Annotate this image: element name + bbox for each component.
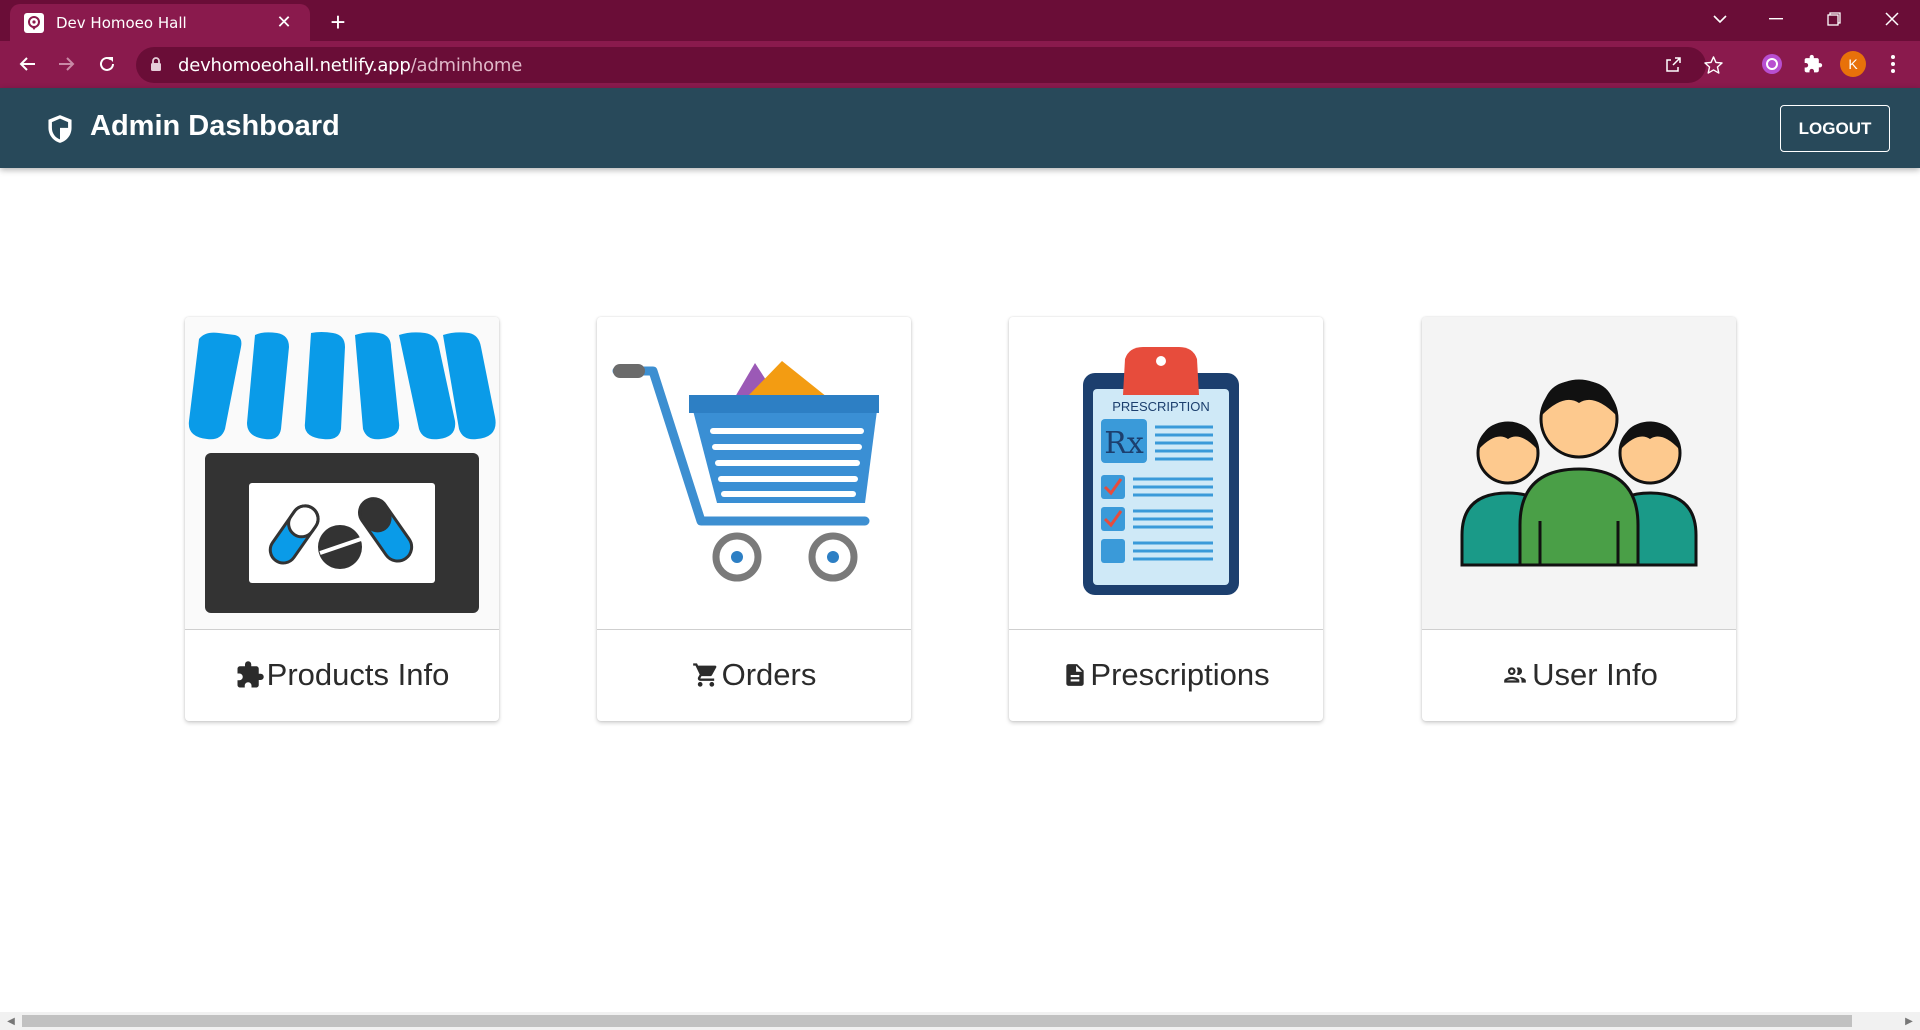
profile-avatar[interactable]: K	[1838, 49, 1868, 79]
page-title: Admin Dashboard	[90, 110, 340, 142]
minimize-icon[interactable]	[1748, 0, 1804, 38]
browser-toolbar: devhomoeohall.netlify.app/adminhome K	[0, 41, 1920, 88]
bookmark-star-icon[interactable]	[1702, 54, 1724, 76]
shield-icon	[48, 115, 72, 143]
reload-icon[interactable]	[91, 48, 123, 80]
extension-icon[interactable]	[1757, 49, 1787, 79]
url-path: /adminhome	[410, 55, 523, 76]
user-group-illustration	[1422, 317, 1736, 629]
products-info-label: Products Info	[185, 630, 499, 720]
profile-initial: K	[1840, 51, 1866, 77]
tab-search-icon[interactable]	[1692, 0, 1748, 38]
scrollbar-thumb[interactable]	[22, 1015, 1852, 1027]
new-tab-icon[interactable]: +	[322, 6, 354, 38]
address-bar[interactable]: devhomoeohall.netlify.app/adminhome	[136, 47, 1723, 83]
card-title: User Info	[1532, 657, 1658, 692]
back-icon[interactable]	[11, 48, 43, 80]
browser-tab[interactable]: Dev Homoeo Hall ✕	[10, 4, 310, 41]
lock-icon[interactable]	[150, 57, 162, 72]
app-header: Admin Dashboard LOGOUT	[0, 88, 1920, 168]
orders-label: Orders	[597, 630, 911, 720]
share-icon[interactable]	[1662, 54, 1684, 76]
cart-icon	[692, 663, 717, 687]
restore-icon[interactable]	[1806, 0, 1862, 38]
scroll-right-icon[interactable]: ▶	[1902, 1015, 1916, 1027]
card-title: Products Info	[266, 657, 450, 692]
url-text: devhomoeohall.netlify.app/adminhome	[178, 55, 522, 76]
users-icon	[1504, 667, 1526, 683]
scroll-left-icon[interactable]: ◀	[4, 1015, 18, 1027]
forward-icon[interactable]	[51, 48, 83, 80]
menu-kebab-icon[interactable]	[1878, 49, 1908, 79]
rx-symbol: Rx	[1104, 426, 1144, 461]
document-icon	[1066, 664, 1085, 686]
tab-title: Dev Homoeo Hall	[56, 13, 187, 32]
url-host: devhomoeohall.netlify.app	[178, 55, 411, 76]
puzzle-icon	[237, 661, 264, 688]
pharmacy-store-illustration	[185, 317, 499, 629]
logout-button[interactable]: LOGOUT	[1780, 105, 1890, 152]
extensions-puzzle-icon[interactable]	[1798, 49, 1828, 79]
close-window-icon[interactable]	[1864, 0, 1920, 38]
favicon-icon	[24, 12, 44, 33]
prescription-heading: PRESCRIPTION	[1112, 399, 1210, 414]
horizontal-scrollbar[interactable]: ◀ ▶	[0, 1012, 1920, 1030]
prescriptions-label: Prescriptions	[1009, 630, 1323, 720]
card-title: Prescriptions	[1090, 657, 1270, 692]
orders-card[interactable]: Orders	[597, 317, 911, 721]
user-info-label: User Info	[1422, 630, 1736, 720]
card-title: Orders	[721, 657, 817, 692]
prescriptions-card[interactable]: PRESCRIPTION Rx Prescriptions	[1009, 317, 1323, 721]
products-info-card[interactable]: Products Info	[185, 317, 499, 721]
close-tab-icon[interactable]: ✕	[272, 11, 296, 35]
prescription-clipboard-illustration: PRESCRIPTION Rx	[1009, 317, 1323, 629]
browser-tab-strip: Dev Homoeo Hall ✕ +	[0, 0, 1920, 41]
user-info-card[interactable]: User Info	[1422, 317, 1736, 721]
shopping-cart-illustration	[597, 317, 911, 629]
